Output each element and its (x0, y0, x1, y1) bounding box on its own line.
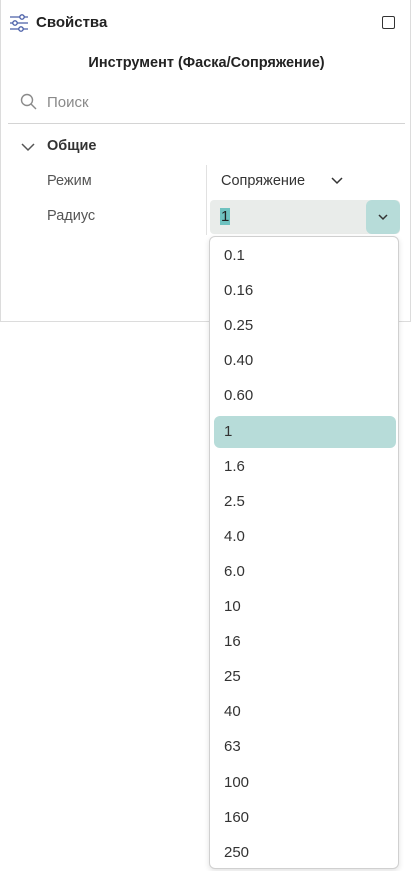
dropdown-option[interactable]: 16 (214, 626, 396, 658)
panel-title: Свойства (36, 14, 108, 31)
dropdown-option[interactable]: 160 (214, 802, 396, 834)
dropdown-option[interactable]: 250 (214, 837, 396, 869)
dropdown-option[interactable]: 100 (214, 767, 396, 799)
chevron-down-icon (21, 143, 35, 152)
mode-value: Сопряжение (221, 173, 306, 189)
search-input[interactable] (47, 90, 387, 114)
tool-title: Инструмент (Фаска/Сопряжение) (88, 55, 325, 71)
dropdown-option[interactable]: 6.0 (214, 556, 396, 588)
dropdown-option[interactable]: 2.5 (214, 486, 396, 518)
dropdown-option[interactable]: 10 (214, 591, 396, 623)
chevron-down-icon (331, 177, 343, 185)
dropdown-option-label: 4.0 (224, 527, 245, 545)
dropdown-option-label: 0.16 (224, 282, 254, 300)
dropdown-option-label: 0.1 (224, 247, 245, 264)
chevron-down-icon (378, 214, 388, 221)
dropdown-option-label: 100 (224, 773, 250, 791)
dropdown-option-label: 0.25 (224, 317, 254, 335)
search-field[interactable] (15, 88, 395, 116)
dropdown-option[interactable]: 40 (214, 696, 396, 728)
dropdown-toggle-button[interactable] (366, 200, 400, 234)
dropdown-option-label: 63 (224, 738, 241, 756)
dropdown-option[interactable]: 4.0 (214, 521, 396, 553)
dropdown-option-label: 1.6 (224, 457, 245, 475)
search-icon (20, 93, 37, 110)
dropdown-option[interactable]: 0.40 (214, 345, 396, 377)
dropdown-option-label: 160 (224, 808, 250, 826)
dropdown-option[interactable]: 25 (214, 661, 396, 693)
dropdown-option[interactable]: 0.60 (214, 380, 396, 412)
mode-select[interactable]: Сопряжение (221, 172, 343, 192)
radius-dropdown-list: 0.1 0.16 0.25 0.40 0.60 1 1.6 2.5 4.0 6.0 10 16 25 40… (209, 236, 399, 869)
panel-header: Свойства (1, 0, 410, 46)
dropdown-option-label: 0.60 (224, 387, 254, 405)
dropdown-option-label: 0.40 (224, 352, 254, 370)
dropdown-option[interactable]: 1.6 (214, 451, 396, 483)
group-label: Общие (47, 138, 97, 154)
dropdown-option[interactable]: 0.1 (214, 240, 396, 272)
column-divider (206, 165, 207, 235)
dropdown-option[interactable]: 0.16 (214, 275, 396, 307)
dropdown-option-label: 10 (224, 598, 241, 615)
divider (8, 123, 405, 124)
dropdown-option-label: 1 (224, 422, 233, 440)
settings-sliders-icon[interactable] (9, 13, 29, 33)
dropdown-option-label: 6.0 (224, 562, 245, 580)
dropdown-option[interactable]: 1 (214, 415, 396, 448)
dropdown-option[interactable]: 63 (214, 731, 396, 763)
maximize-icon[interactable] (382, 16, 395, 29)
dropdown-option-label: 2.5 (224, 492, 245, 510)
dropdown-option-label: 250 (224, 843, 250, 861)
dropdown-option-label: 25 (224, 668, 241, 686)
dropdown-option-label: 16 (224, 633, 241, 651)
dropdown-option[interactable]: 0.25 (214, 310, 396, 342)
radius-combobox[interactable]: 1 (210, 200, 400, 234)
radius-value[interactable]: 1 (220, 208, 231, 225)
dropdown-option-label: 40 (224, 703, 241, 721)
radius-label: Радиус (47, 208, 96, 224)
mode-label: Режим (47, 173, 92, 189)
